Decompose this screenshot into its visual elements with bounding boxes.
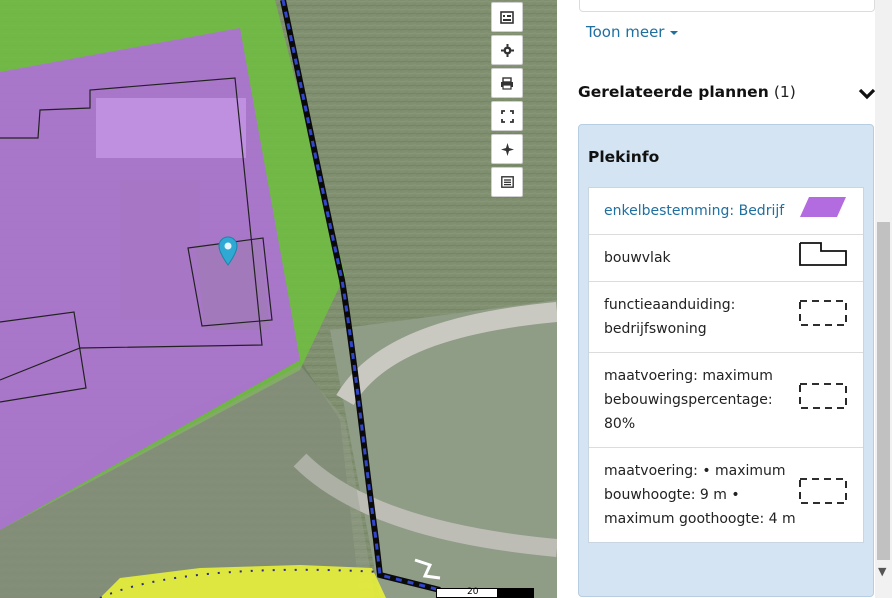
- scrollbar[interactable]: ▼: [875, 0, 892, 598]
- scrollbar-thumb[interactable]: [877, 222, 890, 560]
- list-item-maatvoering-percentage: maatvoering: maximum bebouwingspercentag…: [589, 353, 863, 448]
- map-toolbar: [491, 2, 523, 200]
- list-item-maatvoering-hoogte: maatvoering: • maximum bouwhoogte: 9 m •…: [589, 448, 863, 542]
- chevron-down-icon[interactable]: [858, 85, 876, 104]
- settings-button[interactable]: [491, 35, 523, 65]
- related-plans-title: Gerelateerde plannen: [578, 83, 769, 101]
- show-more-link[interactable]: Toon meer: [586, 23, 679, 41]
- list-item-enkelbestemming[interactable]: enkelbestemming: Bedrijf: [589, 188, 863, 235]
- scale-label: 20: [467, 587, 479, 597]
- caret-down-icon: [670, 30, 679, 35]
- plekinfo-title: Plekinfo: [588, 148, 660, 166]
- settings-icon: [500, 43, 514, 57]
- dashed-rect-icon: [799, 478, 847, 512]
- item-label: functieaanduiding: bedrijfswoning: [604, 297, 736, 337]
- map-view[interactable]: 20: [0, 0, 557, 598]
- location-pin-icon[interactable]: [218, 236, 238, 270]
- aerial-map: [0, 0, 557, 598]
- locate-icon: [500, 142, 514, 156]
- side-panel: Toon meer Gerelateerde plannen (1) Pleki…: [557, 0, 892, 598]
- print-button[interactable]: [491, 68, 523, 98]
- legend-button[interactable]: [491, 2, 523, 32]
- list-item-functieaanduiding: functieaanduiding: bedrijfswoning: [589, 282, 863, 353]
- item-label: bouwvlak: [604, 250, 671, 266]
- locate-button[interactable]: [491, 134, 523, 164]
- fullscreen-icon: [500, 109, 514, 123]
- related-plans-header[interactable]: Gerelateerde plannen (1): [578, 82, 876, 106]
- previous-section-box: [579, 0, 875, 12]
- item-label: enkelbestemming: Bedrijf: [604, 203, 785, 219]
- legend-icon: [500, 10, 514, 24]
- list-icon: [500, 176, 514, 188]
- list-item-bouwvlak: bouwvlak: [589, 235, 863, 282]
- fullscreen-button[interactable]: [491, 101, 523, 131]
- scroll-down-icon[interactable]: ▼: [878, 566, 886, 577]
- item-label: maatvoering: maximum bebouwingspercentag…: [604, 368, 773, 432]
- related-plans-count: (1): [773, 83, 796, 101]
- plekinfo-list: enkelbestemming: Bedrijf bouwvlak functi…: [588, 187, 864, 543]
- scale-block: [497, 589, 533, 598]
- item-label: maatvoering: • maximum bouwhoogte: 9 m •…: [604, 463, 796, 527]
- plekinfo-box: Plekinfo enkelbestemming: Bedrijf bouwvl…: [578, 124, 874, 597]
- building-outline-icon: [799, 242, 847, 274]
- dashed-rect-icon: [799, 383, 847, 417]
- scale-bar: 20: [436, 588, 534, 598]
- print-icon: [500, 76, 514, 90]
- show-more-label: Toon meer: [586, 23, 665, 41]
- list-button[interactable]: [491, 167, 523, 197]
- dashed-rect-icon: [799, 300, 847, 334]
- purple-parallelogram-icon: [799, 196, 847, 226]
